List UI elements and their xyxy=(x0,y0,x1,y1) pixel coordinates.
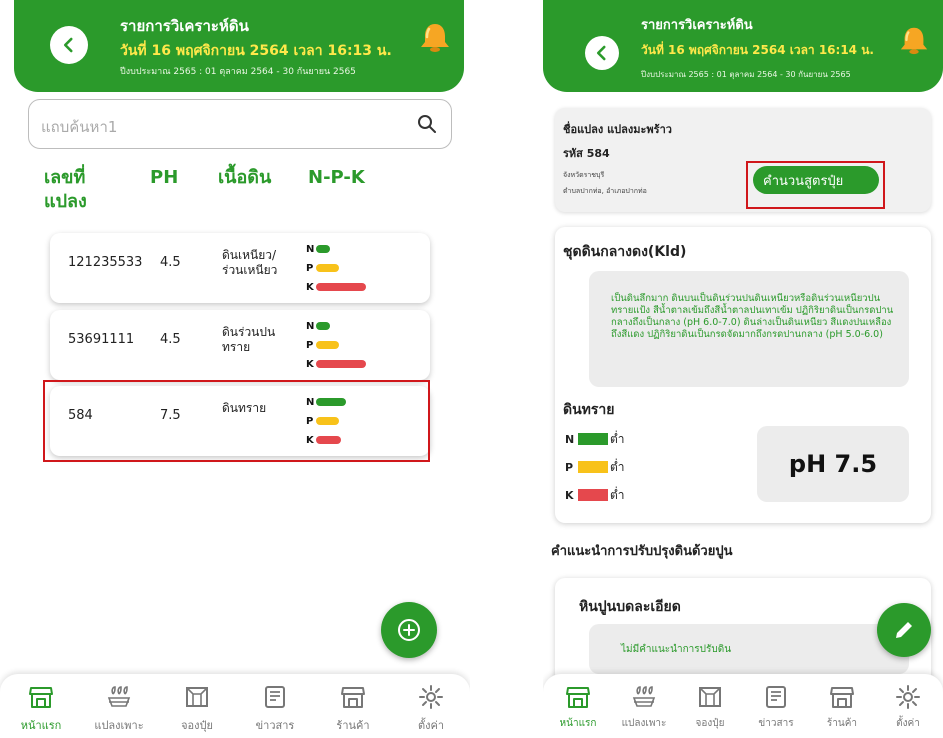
p-indicator: P xyxy=(306,262,339,274)
nav-fertilizer-booking[interactable]: จองปุ๋ย xyxy=(675,684,745,731)
selected-row-highlight xyxy=(43,380,430,462)
back-button[interactable] xyxy=(50,26,88,64)
bell-icon[interactable] xyxy=(898,24,930,56)
nav-settings[interactable]: ตั้งค่า xyxy=(396,684,466,734)
nav-settings[interactable]: ตั้งค่า xyxy=(873,684,943,731)
soil-texture-name: ดินทราย xyxy=(563,402,615,418)
p-level: P ต่ำ xyxy=(565,459,625,474)
n-indicator: N xyxy=(306,243,330,255)
soil-series-card: ชุดดินกลางดง(Kld) เป็นดินลึกมาก ดินบนเป็… xyxy=(555,227,931,523)
nav-shop[interactable]: ร้านค้า xyxy=(318,684,388,734)
nav-home[interactable]: หน้าแรก xyxy=(543,684,613,731)
bottom-navigation: หน้าแรก แปลงเพาะ จองปุ๋ย ข่าวสาร ร้านค้า… xyxy=(543,674,943,738)
header-fiscal-year: ปีงบประมาณ 2565 : 01 ตุลาคม 2564 - 30 กั… xyxy=(120,67,356,77)
column-npk: N-P-K xyxy=(308,167,365,188)
p-indicator: P xyxy=(306,339,339,351)
plot-row[interactable]: 53691111 4.5 ดินร่วนปน ทราย N P K xyxy=(50,310,430,380)
soil-description-box: เป็นดินลึกมาก ดินบนเป็นดินร่วนปนดินเหนีย… xyxy=(589,271,909,387)
plot-ph: 4.5 xyxy=(160,332,181,347)
news-icon xyxy=(766,686,786,708)
nav-home[interactable]: หน้าแรก xyxy=(6,684,76,734)
plot-id: 53691111 xyxy=(68,332,135,347)
nav-shop[interactable]: ร้านค้า xyxy=(807,684,877,731)
column-plot-number: เลขที่ แปลง xyxy=(44,167,87,212)
plot-id: 121235533 xyxy=(68,255,143,270)
k-indicator: K xyxy=(306,281,366,293)
ph-value-box: pH 7.5 xyxy=(757,426,909,502)
lime-recommendation-heading: คำแนะนำการปรับปรุงดินด้วยปูน xyxy=(551,544,733,559)
plot-province: จังหวัดราชบุรี xyxy=(563,171,605,179)
plant-plot-icon xyxy=(107,686,131,707)
plot-ph: 4.5 xyxy=(160,255,181,270)
nav-fertilizer-booking[interactable]: จองปุ๋ย xyxy=(162,684,232,734)
n-indicator: N xyxy=(306,320,330,332)
k-indicator: K xyxy=(306,358,366,370)
column-ph: PH xyxy=(150,167,179,188)
lime-recommendation-text: ไม่มีคำแนะนำการปรับดิน xyxy=(621,644,732,655)
news-icon xyxy=(265,686,285,708)
soil-series-title: ชุดดินกลางดง(Kld) xyxy=(563,244,687,260)
shop-icon xyxy=(341,687,365,708)
search-icon[interactable] xyxy=(417,114,437,134)
edit-button[interactable] xyxy=(877,603,931,657)
nav-news[interactable]: ข่าวสาร xyxy=(240,684,310,734)
plot-address: ตำบลปากท่อ, อำเภอปากท่อ xyxy=(563,187,647,195)
chevron-left-icon xyxy=(596,45,606,61)
plot-list-screen: รายการวิเคราะห์ดิน วันที่ 16 พฤศจิกายน 2… xyxy=(0,0,470,738)
header-title: รายการวิเคราะห์ดิน xyxy=(120,17,249,35)
plot-name: ชื่อแปลง แปลงมะพร้าว xyxy=(563,123,672,136)
plot-code: รหัส 584 xyxy=(563,147,610,160)
header-title: รายการวิเคราะห์ดิน xyxy=(641,18,753,33)
plot-row[interactable]: 121235533 4.5 ดินเหนียว/ ร่วนเหนียว N P … xyxy=(50,233,430,303)
store-icon xyxy=(29,687,53,708)
app-header: รายการวิเคราะห์ดิน วันที่ 16 พฤศจิกายน 2… xyxy=(543,0,943,92)
plot-soil: ดินร่วนปน ทราย xyxy=(222,325,276,354)
nav-plots[interactable]: แปลงเพาะ xyxy=(609,684,679,731)
pencil-icon xyxy=(896,622,912,638)
app-header: รายการวิเคราะห์ดิน วันที่ 16 พฤศจิกายน 2… xyxy=(14,0,464,92)
column-soil-texture: เนื้อดิน xyxy=(218,167,272,188)
bottom-navigation: หน้าแรก แปลงเพาะ จองปุ๋ย ข่าวสาร ร้านค้า… xyxy=(0,674,470,738)
search-placeholder: แถบค้นหา1 xyxy=(41,118,118,136)
header-date: วันที่ 16 พฤศจิกายน 2564 เวลา 16:13 น. xyxy=(120,43,392,59)
fertilizer-box-icon xyxy=(699,687,721,707)
store-icon xyxy=(566,687,590,708)
plant-plot-icon xyxy=(632,686,656,707)
soil-detail-screen: รายการวิเคราะห์ดิน วันที่ 16 พฤศจิกายน 2… xyxy=(543,0,943,738)
soil-description: เป็นดินลึกมาก ดินบนเป็นดินร่วนปนดินเหนีย… xyxy=(611,293,894,340)
gear-icon xyxy=(896,685,920,709)
header-date: วันที่ 16 พฤศจิกายน 2564 เวลา 16:14 น. xyxy=(641,43,874,57)
gear-icon xyxy=(419,685,443,709)
plus-circle-icon xyxy=(398,619,420,641)
n-level: N ต่ำ xyxy=(565,431,625,446)
lime-recommendation-card: หินปูนบดละเอียด ไม่มีคำแนะนำการปรับดิน xyxy=(555,578,931,688)
k-level: K ต่ำ xyxy=(565,487,625,502)
search-input[interactable]: แถบค้นหา1 xyxy=(28,99,452,149)
fertilizer-box-icon xyxy=(186,687,208,707)
lime-recommendation-box: ไม่มีคำแนะนำการปรับดิน xyxy=(589,624,909,674)
calc-button-highlight xyxy=(746,161,885,209)
chevron-left-icon xyxy=(63,37,73,53)
shop-icon xyxy=(830,687,854,708)
add-button[interactable] xyxy=(381,602,437,658)
header-fiscal-year: ปีงบประมาณ 2565 : 01 ตุลาคม 2564 - 30 กั… xyxy=(641,70,851,79)
lime-type-title: หินปูนบดละเอียด xyxy=(579,599,681,615)
back-button[interactable] xyxy=(585,36,619,70)
nav-plots[interactable]: แปลงเพาะ xyxy=(84,684,154,734)
plot-soil: ดินเหนียว/ ร่วนเหนียว xyxy=(222,248,278,277)
bell-icon[interactable] xyxy=(418,20,452,54)
nav-news[interactable]: ข่าวสาร xyxy=(741,684,811,731)
